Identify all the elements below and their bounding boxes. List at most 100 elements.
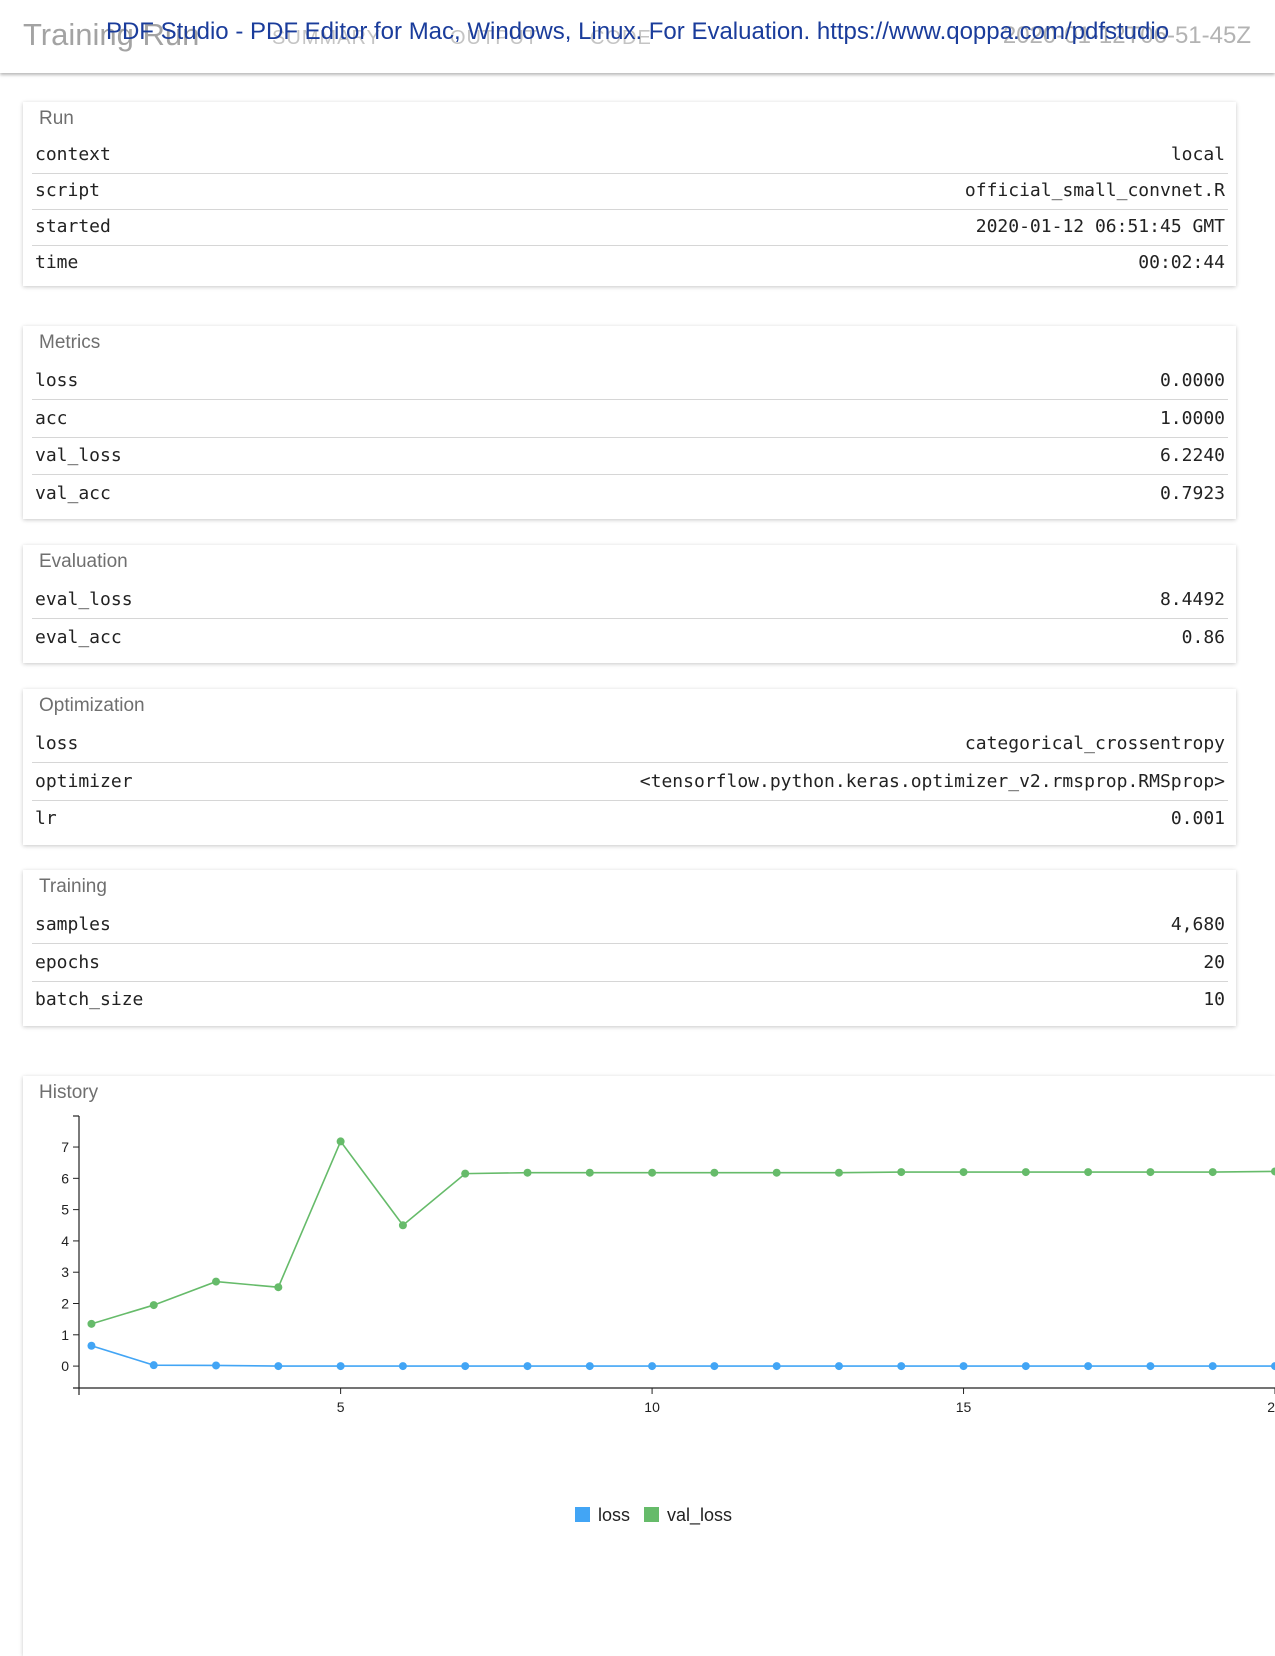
- val_loss-point: [149, 1301, 158, 1310]
- row-value: 0.0000: [1159, 370, 1225, 391]
- table-row: acc 1.0000: [32, 400, 1228, 438]
- row-key: batch_size: [35, 989, 144, 1010]
- loss-point: [710, 1362, 719, 1371]
- row-value: 10: [1203, 989, 1225, 1010]
- val_loss-point: [897, 1168, 906, 1177]
- val_loss-point: [834, 1168, 843, 1177]
- val_loss-point: [1271, 1167, 1275, 1176]
- val_loss-point: [274, 1283, 283, 1292]
- loss-point: [834, 1362, 843, 1371]
- loss-point: [398, 1362, 407, 1371]
- row-value: 0.7923: [1159, 483, 1225, 504]
- val_loss-line: [91, 1139, 1275, 1325]
- val_loss-point: [336, 1137, 345, 1146]
- row-key: loss: [35, 733, 79, 754]
- loss-point: [648, 1362, 657, 1371]
- card-title: Metrics: [39, 332, 101, 353]
- val_loss-point: [461, 1169, 470, 1178]
- val_loss-point: [710, 1168, 719, 1177]
- table-row: batch_size 10: [32, 981, 1228, 1018]
- table-row: val_acc 0.7923: [32, 475, 1228, 512]
- val_loss-point: [523, 1168, 532, 1177]
- card-title: Run: [39, 108, 74, 129]
- table-row: context local: [32, 136, 1228, 174]
- loss-point: [274, 1362, 283, 1371]
- y-tick-label: 1: [61, 1327, 69, 1343]
- row-value: 4,680: [1170, 914, 1225, 935]
- loss-point: [1084, 1362, 1093, 1371]
- row-key: epochs: [35, 952, 101, 973]
- row-key: time: [35, 252, 79, 273]
- loss-point: [1146, 1362, 1155, 1371]
- row-value: 0.86: [1181, 627, 1225, 648]
- tab-output[interactable]: OUTPUT: [450, 27, 538, 50]
- row-key: script: [35, 180, 101, 201]
- row-value: 20: [1203, 952, 1225, 973]
- val_loss-point: [1146, 1168, 1155, 1177]
- loss-point: [959, 1362, 968, 1371]
- loss-point: [1271, 1362, 1275, 1371]
- table-row: samples 4,680: [32, 906, 1228, 944]
- row-value: 6.2240: [1159, 445, 1225, 466]
- val_loss-point: [1084, 1168, 1093, 1177]
- y-tick-label: 2: [61, 1296, 69, 1312]
- x-tick-label: 15: [956, 1399, 972, 1415]
- row-key: lr: [35, 808, 57, 829]
- val_loss-point: [1021, 1168, 1030, 1177]
- table-row: time 00:02:44: [32, 244, 1228, 281]
- table-row: started 2020-01-12 06:51:45 GMT: [32, 208, 1228, 246]
- x-tick-label: 20: [1267, 1399, 1275, 1415]
- loss-line: [91, 1344, 1275, 1367]
- row-value: 8.4492: [1159, 589, 1225, 610]
- loss-point: [212, 1361, 221, 1370]
- legend-swatch: [575, 1507, 590, 1522]
- loss-point: [772, 1362, 781, 1371]
- row-key: eval_loss: [35, 589, 133, 610]
- x-tick-label: 5: [337, 1399, 345, 1415]
- loss-point: [1021, 1362, 1030, 1371]
- metrics-card: Metrics loss 0.0000 acc 1.0000 val_loss …: [23, 326, 1236, 519]
- loss-point: [87, 1341, 96, 1350]
- val_loss-point: [1208, 1168, 1217, 1177]
- x-tick-label: 10: [644, 1399, 660, 1415]
- y-tick-label: 6: [61, 1170, 69, 1186]
- table-row: val_loss 6.2240: [32, 437, 1228, 475]
- loss-point: [149, 1361, 158, 1370]
- legend-swatch: [644, 1507, 660, 1522]
- legend-label: val_loss: [667, 1505, 733, 1525]
- val_loss-point: [585, 1168, 594, 1177]
- run-card: Run context local script official_small_…: [23, 102, 1236, 286]
- card-title: Evaluation: [39, 551, 128, 572]
- legend-label: loss: [598, 1505, 631, 1525]
- val_loss-point: [648, 1168, 657, 1177]
- evaluation-card: Evaluation eval_loss 8.4492 eval_acc 0.8…: [23, 545, 1236, 663]
- y-tick-label: 7: [61, 1139, 69, 1155]
- loss-point: [523, 1362, 532, 1371]
- row-key: acc: [35, 408, 68, 429]
- tab-summary[interactable]: SUMMARY: [272, 27, 381, 50]
- y-tick-label: 4: [61, 1233, 69, 1249]
- row-key: samples: [35, 914, 111, 935]
- tab-code[interactable]: CODE: [590, 27, 652, 50]
- loss-point: [585, 1362, 594, 1371]
- table-row: loss categorical_crossentropy: [32, 725, 1228, 763]
- loss-point: [897, 1362, 906, 1371]
- table-row: eval_loss 8.4492: [32, 581, 1228, 619]
- y-tick-label: 3: [61, 1264, 69, 1280]
- val_loss-point: [772, 1168, 781, 1177]
- row-value: local: [1170, 144, 1225, 165]
- run-id: 2020-01-12T06-51-45Z: [1002, 22, 1251, 49]
- row-key: eval_acc: [35, 627, 122, 648]
- card-title: Optimization: [39, 695, 145, 716]
- training-card: Training samples 4,680 epochs 20 batch_s…: [23, 870, 1236, 1026]
- history-card: History 012345675101520 lossval_loss: [23, 1076, 1275, 1656]
- row-key: context: [35, 144, 111, 165]
- row-value: official_small_convnet.R: [964, 180, 1225, 201]
- val_loss-point: [87, 1319, 96, 1328]
- row-key: loss: [35, 370, 79, 391]
- row-value: 0.001: [1170, 808, 1225, 829]
- row-value: <tensorflow.python.keras.optimizer_v2.rm…: [639, 771, 1225, 792]
- table-row: lr 0.001: [32, 800, 1228, 837]
- app-title: Training Run: [23, 17, 200, 52]
- row-key: val_loss: [35, 445, 122, 466]
